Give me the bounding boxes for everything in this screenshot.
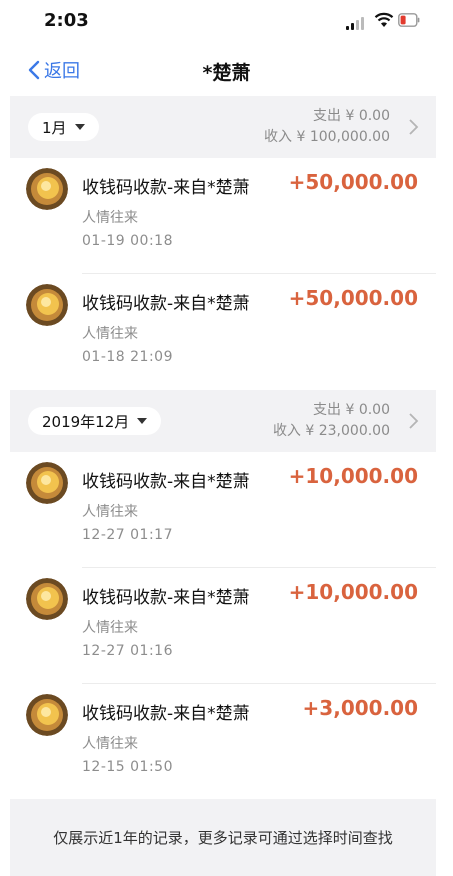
- avatar: [26, 694, 68, 736]
- transaction-amount: +10,000.00: [288, 464, 418, 488]
- transaction-title: 收钱码收款-来自*楚萧: [82, 704, 250, 724]
- transaction-time: 01-19 00:18: [82, 233, 173, 249]
- month-label: 2019年12月: [42, 412, 130, 431]
- month-label: 1月: [42, 118, 67, 137]
- signal-icon: [346, 16, 368, 30]
- transaction-category: 人情往来: [82, 620, 138, 636]
- transaction-title: 收钱码收款-来自*楚萧: [82, 472, 250, 492]
- month-selector[interactable]: 1月: [28, 113, 99, 141]
- battery-icon: [398, 13, 420, 27]
- transaction-time: 12-27 01:17: [82, 527, 173, 543]
- status-time: 2:03: [44, 10, 89, 31]
- month-header-dec: 2019年12月 支出 ¥ 0.00 收入 ¥ 23,000.00: [10, 390, 436, 452]
- transaction-time: 12-15 01:50: [82, 759, 173, 775]
- footer-text: 仅展示近1年的记录，更多记录可通过选择时间查找: [53, 829, 393, 847]
- transaction-title: 收钱码收款-来自*楚萧: [82, 588, 250, 608]
- transaction-row[interactable]: 收钱码收款-来自*楚萧 人情往来 12-27 01:16 +10,000.00: [10, 568, 436, 684]
- transaction-time: 12-27 01:16: [82, 643, 173, 659]
- avatar: [26, 462, 68, 504]
- chevron-right-icon[interactable]: [406, 118, 420, 136]
- transaction-row[interactable]: 收钱码收款-来自*楚萧 人情往来 01-18 21:09 +50,000.00: [10, 274, 436, 390]
- expense-total: 支出 ¥ 0.00: [313, 402, 390, 418]
- transaction-amount: +3,000.00: [302, 696, 418, 720]
- status-bar: 2:03: [0, 0, 453, 44]
- transaction-row[interactable]: 收钱码收款-来自*楚萧 人情往来 12-15 01:50 +3,000.00: [10, 684, 436, 800]
- avatar: [26, 168, 68, 210]
- chevron-right-icon[interactable]: [406, 412, 420, 430]
- income-total: 收入 ¥ 100,000.00: [264, 129, 390, 145]
- transaction-category: 人情往来: [82, 736, 138, 752]
- month-summary: 支出 ¥ 0.00 收入 ¥ 100,000.00: [264, 106, 390, 148]
- app-screen: 2:03 返回 *楚萧 1月 支出 ¥ 0.00 收入 ¥ 100,000.00…: [0, 0, 453, 876]
- caret-down-icon: [74, 124, 85, 130]
- wifi-icon: [374, 12, 394, 27]
- month-header-jan: 1月 支出 ¥ 0.00 收入 ¥ 100,000.00: [10, 96, 436, 158]
- caret-down-icon: [137, 418, 148, 424]
- transaction-category: 人情往来: [82, 210, 138, 226]
- transaction-category: 人情往来: [82, 326, 138, 342]
- income-total: 收入 ¥ 23,000.00: [272, 423, 390, 439]
- expense-total: 支出 ¥ 0.00: [313, 108, 390, 124]
- transaction-category: 人情往来: [82, 504, 138, 520]
- month-summary: 支出 ¥ 0.00 收入 ¥ 23,000.00: [273, 400, 390, 442]
- transaction-title: 收钱码收款-来自*楚萧: [82, 178, 250, 198]
- transaction-row[interactable]: 收钱码收款-来自*楚萧 人情往来 12-27 01:17 +10,000.00: [10, 452, 436, 568]
- transaction-amount: +10,000.00: [288, 580, 418, 604]
- transaction-row[interactable]: 收钱码收款-来自*楚萧 人情往来 01-19 00:18 +50,000.00: [10, 158, 436, 274]
- transaction-time: 01-18 21:09: [82, 349, 173, 365]
- page-title: *楚萧: [202, 62, 251, 84]
- transaction-title: 收钱码收款-来自*楚萧: [82, 294, 250, 314]
- avatar: [26, 284, 68, 326]
- nav-bar: 返回 *楚萧: [0, 44, 453, 96]
- transaction-amount: +50,000.00: [288, 170, 418, 194]
- month-selector[interactable]: 2019年12月: [28, 407, 162, 435]
- footer-note: 仅展示近1年的记录，更多记录可通过选择时间查找: [10, 799, 436, 876]
- transaction-amount: +50,000.00: [288, 286, 418, 310]
- avatar: [26, 578, 68, 620]
